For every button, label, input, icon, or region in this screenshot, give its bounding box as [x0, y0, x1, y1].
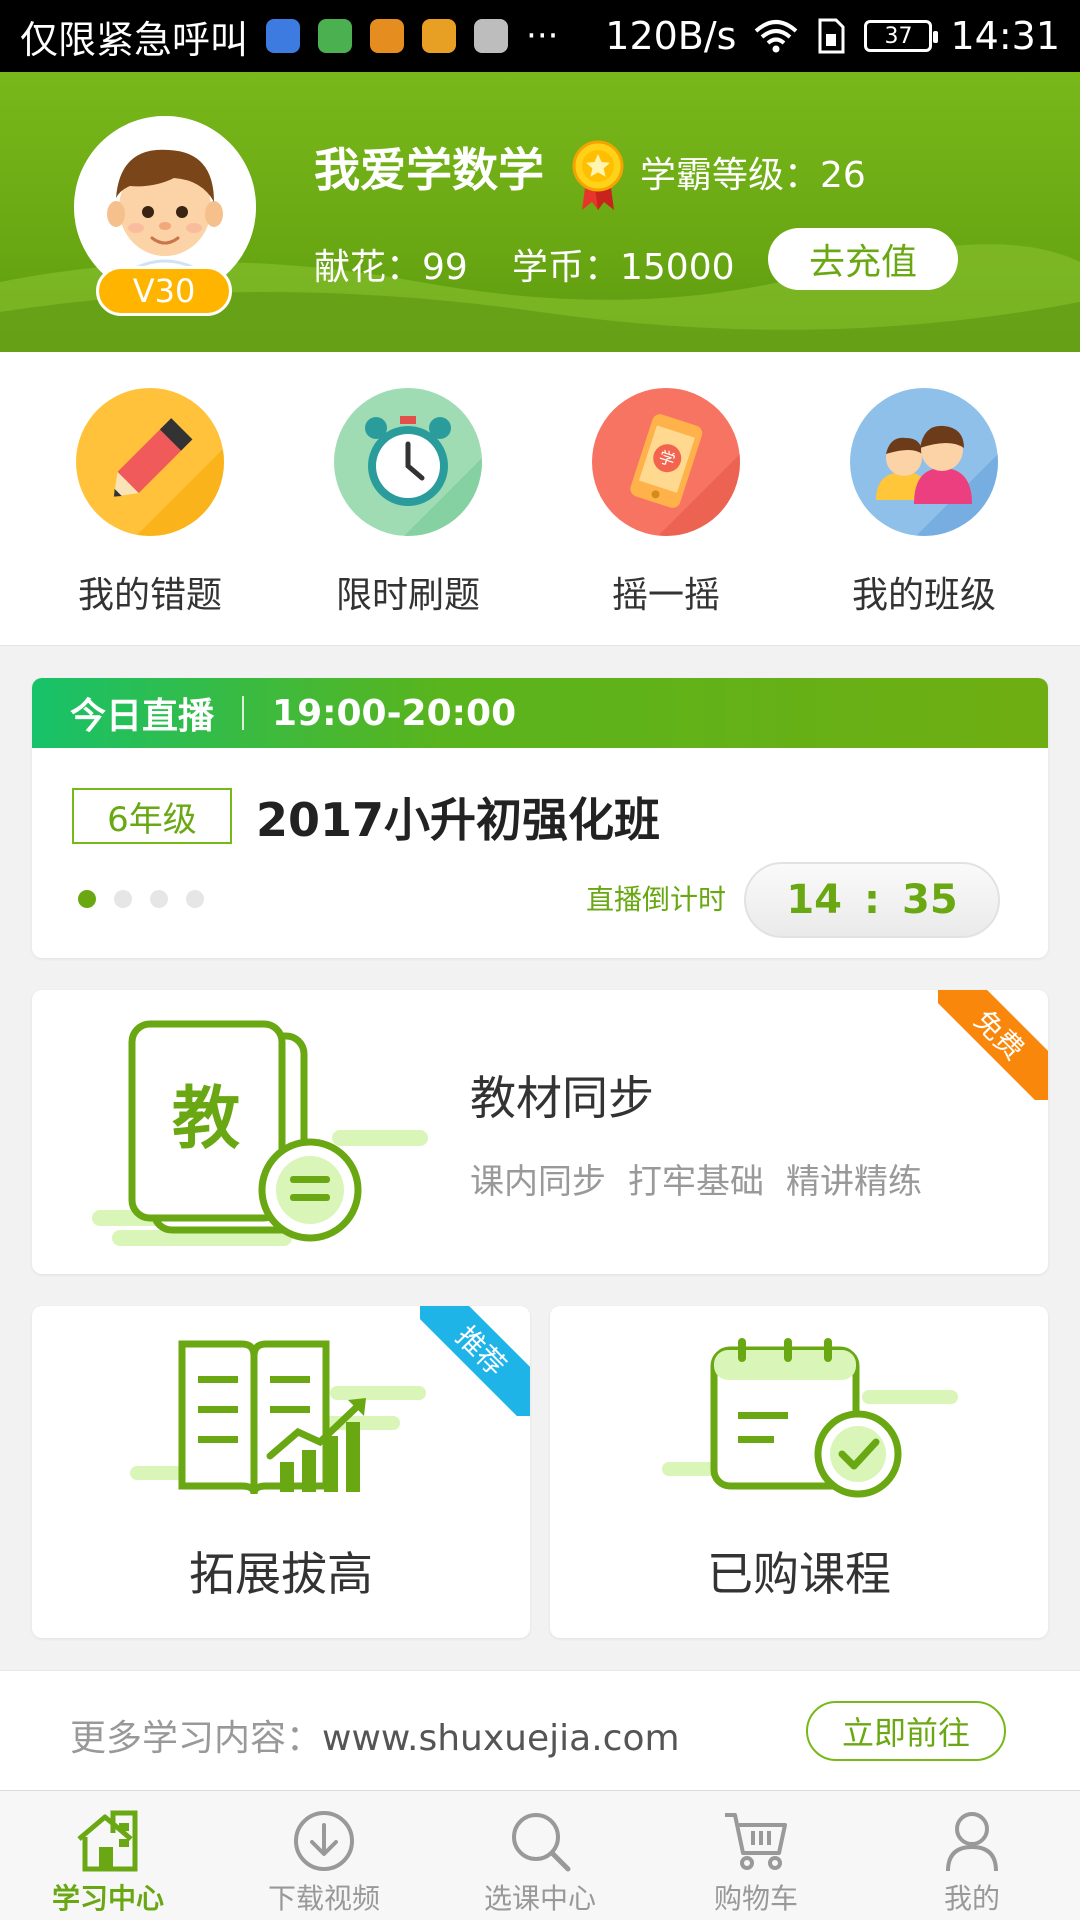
bottom-tab-bar: 学习中心 下载视频 选课中心 购物车 我的 [0, 1790, 1080, 1920]
tab-label: 购物车 [713, 1882, 798, 1915]
wifi-icon [755, 20, 798, 53]
divider [242, 696, 245, 730]
level-text: 学霸等级：26 [640, 155, 866, 196]
more-content-url[interactable]: www.shuxuejia.com [322, 1718, 680, 1759]
purchased-courses-card[interactable]: 已购课程 [550, 1306, 1048, 1638]
quick-nav-label: 我的错题 [77, 575, 222, 616]
classmates-icon [850, 388, 998, 536]
textbook-sync-tags: 课内同步 打牢基础 精讲精练 [470, 1154, 922, 1203]
sim-card-icon [818, 18, 845, 54]
medal-icon [572, 140, 624, 210]
grade-tag: 6年级 [72, 788, 232, 844]
quick-nav-label: 我的班级 [851, 575, 996, 616]
carrier-text: 仅限紧急呼叫 [20, 17, 249, 62]
user-icon [946, 1812, 998, 1872]
profile-header: V30 我爱学数学 学霸等级：26 献花：99 学币：15000 去充值 [0, 72, 1080, 352]
tab-label: 下载视频 [267, 1882, 380, 1915]
search-icon [512, 1813, 571, 1872]
live-header-label: 今日直播 [70, 696, 215, 737]
live-header: 今日直播 19:00-20:00 [32, 678, 1048, 748]
quick-nav-shake[interactable]: 学 摇一摇 [566, 388, 766, 618]
tab-course-selection[interactable]: 选课中心 [432, 1791, 648, 1920]
carousel-dot [114, 890, 132, 908]
textbook-sync-card[interactable]: 教 教材同步 课内同步 打牢基础 精讲精练 免费 [32, 990, 1048, 1274]
countdown-minutes: 14 [786, 877, 842, 923]
phone-shake-icon: 学 [592, 388, 740, 536]
countdown-seconds: 35 [902, 877, 958, 923]
live-broadcast-card[interactable]: 今日直播 19:00-20:00 6年级 2017小升初强化班 直播倒计时 14… [32, 678, 1048, 958]
chrome-app-icon [318, 19, 353, 53]
countdown-timer: 14 : 35 [744, 862, 1000, 938]
quick-nav-wrong-questions[interactable]: 我的错题 [50, 388, 250, 618]
home-icon [77, 1810, 138, 1872]
more-content-bar: 更多学习内容：www.shuxuejia.com 立即前往 [0, 1670, 1080, 1790]
network-speed: 120B/s [605, 14, 737, 58]
recommend-ribbon: 推荐 [420, 1306, 530, 1416]
more-content-label: 更多学习内容： [70, 1718, 323, 1759]
status-bar: 仅限紧急呼叫 ··· 120B/s 37 14:31 [0, 0, 1080, 72]
extend-card-label: 拓展拔高 [189, 1547, 373, 1601]
tab-label: 我的 [943, 1882, 1000, 1915]
tab-download-videos[interactable]: 下载视频 [216, 1791, 432, 1920]
more-content-text: 更多学习内容：www.shuxuejia.com [70, 1709, 680, 1761]
recharge-button[interactable]: 去充值 [768, 228, 958, 290]
countdown-separator: : [864, 877, 880, 923]
carousel-dot [150, 890, 168, 908]
cart-icon [725, 1813, 787, 1870]
tag-text: 课内同步 [470, 1162, 606, 1202]
carousel-dot-active [78, 890, 96, 908]
vip-badge: V30 [96, 266, 232, 316]
tab-mine[interactable]: 我的 [864, 1791, 1080, 1920]
tab-shopping-cart[interactable]: 购物车 [648, 1791, 864, 1920]
free-ribbon: 免费 [938, 990, 1048, 1100]
tab-label: 学习中心 [51, 1882, 164, 1915]
tab-study-center[interactable]: 学习中心 [0, 1791, 216, 1920]
package-app-icon [422, 19, 457, 53]
quick-nav-label: 限时刷题 [335, 575, 480, 616]
recommend-ribbon-label: 推荐 [420, 1306, 530, 1416]
quick-nav: 我的错题 限时刷题 学 摇一摇 我的班级 [0, 352, 1080, 646]
live-course-title: 2017小升初强化班 [256, 793, 661, 847]
username: 我爱学数学 [314, 143, 544, 197]
live-time-range: 19:00-20:00 [272, 692, 517, 734]
coins-count: 学币：15000 [512, 247, 735, 288]
textbook-icon-char: 教 [172, 1080, 240, 1159]
calendar-check-icon [662, 1338, 958, 1498]
extend-card[interactable]: 拓展拔高 推荐 [32, 1306, 530, 1638]
tag-text: 打牢基础 [628, 1162, 764, 1202]
more-notifications-icon: ··· [526, 16, 559, 56]
go-now-button[interactable]: 立即前往 [806, 1701, 1006, 1761]
textbook-sync-title: 教材同步 [470, 1071, 654, 1125]
health-app-icon [370, 19, 405, 53]
countdown-label: 直播倒计时 [586, 883, 727, 916]
tab-label: 选课中心 [483, 1882, 596, 1915]
download-icon [294, 1811, 354, 1871]
book-growth-icon [130, 1340, 426, 1495]
free-ribbon-label: 免费 [938, 990, 1048, 1100]
purchased-courses-label: 已购课程 [707, 1547, 891, 1601]
browser-app-icon [266, 19, 301, 53]
flowers-count: 献花：99 [314, 247, 468, 288]
alarm-clock-icon [334, 388, 482, 536]
clock: 14:31 [950, 14, 1060, 58]
carousel-dot [186, 890, 204, 908]
quick-nav-label: 摇一摇 [611, 575, 720, 616]
keyboard-app-icon [474, 19, 509, 53]
tag-text: 精讲精练 [786, 1162, 922, 1202]
quick-nav-my-class[interactable]: 我的班级 [824, 388, 1024, 618]
pencil-icon [76, 388, 224, 536]
quick-nav-timed-practice[interactable]: 限时刷题 [308, 388, 508, 618]
carousel-dots [78, 890, 204, 908]
textbook-icon: 教 [92, 1020, 428, 1246]
battery-icon: 37 [864, 20, 939, 52]
notification-icons [266, 19, 509, 53]
